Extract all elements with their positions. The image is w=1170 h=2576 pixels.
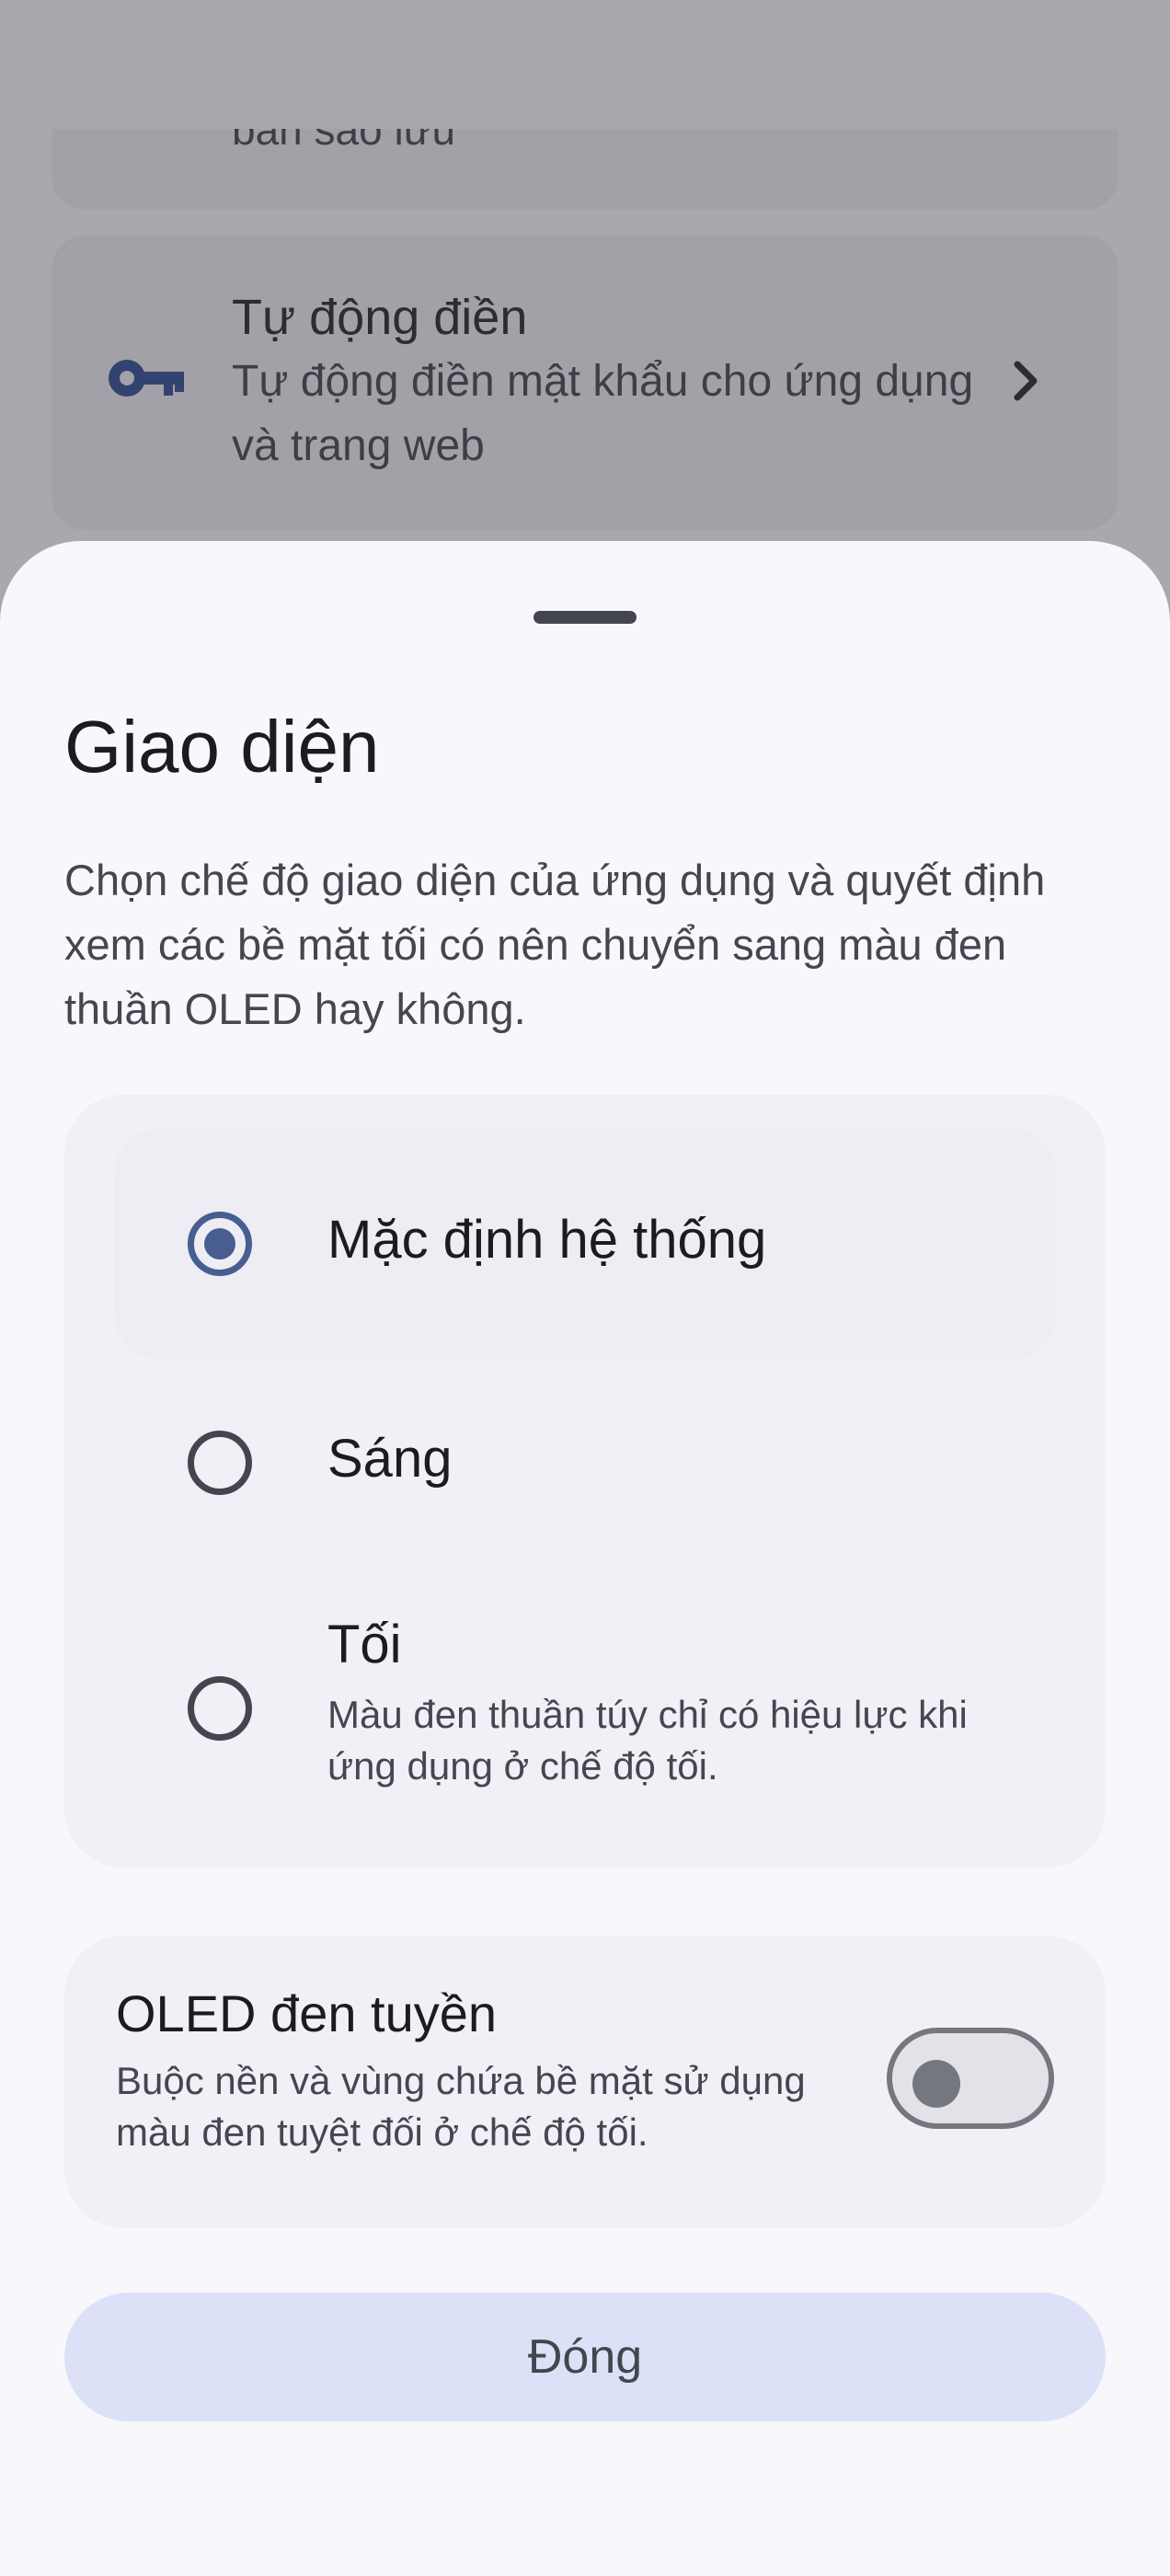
option-sublabel: Màu đen thuần túy chỉ có hiệu lực khi ứn… [327,1693,968,1788]
oled-black-setting[interactable]: OLED đen tuyền Buộc nền và vùng chứa bề … [64,1936,1106,2228]
autofill-title: Tự động điền [232,290,528,345]
option-light[interactable]: Sáng [114,1362,1056,1564]
option-label: Tối [327,1615,402,1674]
radio-selected-icon[interactable] [188,1212,252,1276]
partial-item-text: bản sao lưu [232,129,456,154]
theme-bottom-sheet: Giao diện Chọn chế độ giao diện của ứng … [0,541,1170,2576]
close-button[interactable]: Đóng [64,2293,1106,2421]
background-top-bar [0,0,1170,129]
sheet-description: Chọn chế độ giao diện của ứng dụng và qu… [64,856,1046,1033]
oled-title: OLED đen tuyền [116,1984,498,2042]
drag-handle[interactable] [533,611,637,624]
autofill-setting-item: Tự động điền Tự động điền mật khẩu cho ứ… [52,236,1118,530]
chevron-right-icon [1014,361,1038,401]
autofill-description: Tự động điền mật khẩu cho ứng dụng và tr… [232,357,974,470]
option-system-default[interactable]: Mặc định hệ thống [114,1128,1056,1360]
oled-description: Buộc nền và vùng chứa bề mặt sử dụng màu… [116,2059,806,2154]
option-label: Sáng [327,1429,453,1489]
switch-thumb [912,2060,960,2108]
oled-toggle-switch[interactable] [887,2028,1054,2129]
background-partial-item: bản sao lưu [52,129,1118,210]
sheet-title: Giao diện [64,706,380,788]
radio-unselected-icon[interactable] [188,1431,252,1495]
option-dark[interactable]: Tối Màu đen thuần túy chỉ có hiệu lực kh… [114,1573,1056,1840]
key-icon [109,360,184,397]
option-label: Mặc định hệ thống [327,1210,767,1270]
theme-options-group: Mặc định hệ thống Sáng Tối Màu đen thuần… [64,1095,1106,1868]
radio-unselected-icon[interactable] [188,1676,252,1741]
